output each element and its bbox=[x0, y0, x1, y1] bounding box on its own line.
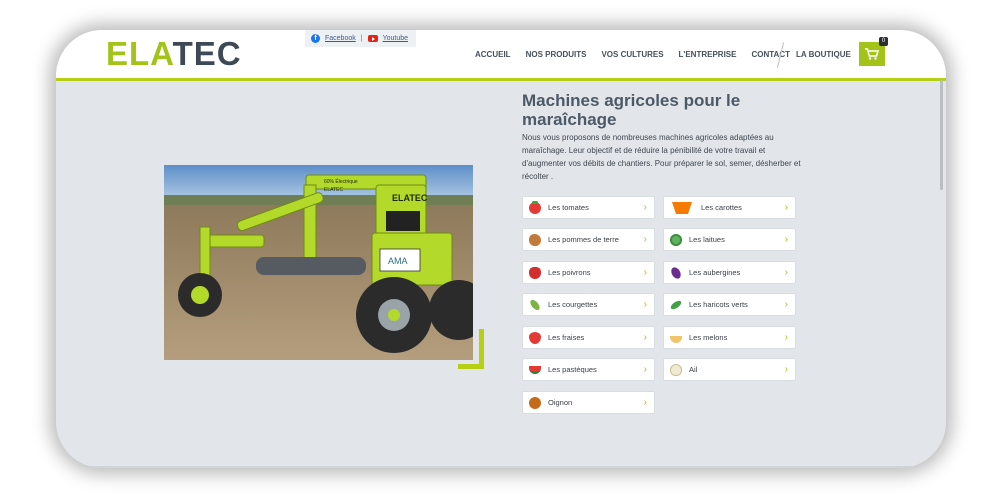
logo-part-3: TEC bbox=[172, 35, 242, 72]
crop-link-poivrons[interactable]: Les poivrons › bbox=[522, 261, 655, 284]
site-logo[interactable]: ELATEC bbox=[106, 36, 242, 72]
onion-icon bbox=[529, 396, 541, 409]
crop-link-melons[interactable]: Les melons › bbox=[663, 326, 796, 349]
watermelon-icon bbox=[529, 365, 541, 374]
nav-item-contact[interactable]: CONTACT bbox=[751, 50, 790, 59]
social-separator: | bbox=[360, 35, 363, 42]
eggplant-icon bbox=[669, 265, 683, 280]
page-title: Machines agricoles pour le maraîchage bbox=[522, 91, 741, 129]
social-links: f Facebook | Youtube bbox=[305, 30, 416, 47]
chevron-right-icon: › bbox=[643, 332, 647, 343]
chevron-right-icon: › bbox=[784, 202, 788, 213]
crop-link-pommes-de-terre[interactable]: Les pommes de terre › bbox=[522, 228, 655, 251]
chevron-right-icon: › bbox=[643, 267, 647, 278]
facebook-icon[interactable]: f bbox=[311, 34, 320, 43]
lettuce-icon bbox=[670, 233, 682, 246]
chevron-right-icon: › bbox=[643, 234, 647, 245]
panel-text: AMA bbox=[388, 256, 408, 266]
robot-brand-text: ELATEC bbox=[392, 193, 428, 203]
crop-label: Les melons bbox=[689, 333, 728, 342]
chevron-right-icon: › bbox=[784, 267, 788, 278]
cart-icon bbox=[865, 48, 879, 60]
robot-photo: AMA 60% Électrique ELATEC ELATEC bbox=[164, 165, 473, 360]
youtube-link[interactable]: Youtube bbox=[383, 35, 408, 42]
page-scrollbar[interactable] bbox=[940, 80, 943, 190]
crop-label: Les pastèques bbox=[548, 365, 597, 374]
crop-label: Les aubergines bbox=[689, 268, 741, 277]
nav-item-entreprise[interactable]: L'ENTREPRISE bbox=[679, 50, 737, 59]
chevron-right-icon: › bbox=[784, 364, 788, 375]
cart-count-badge: 0 bbox=[879, 37, 888, 46]
intro-text: Nous vous proposons de nombreuses machin… bbox=[522, 133, 801, 181]
crop-link-tomates[interactable]: Les tomates › bbox=[522, 196, 655, 219]
crop-label: Les carottes bbox=[701, 203, 742, 212]
logo-part-2: A bbox=[150, 35, 173, 72]
crop-label: Les fraises bbox=[548, 333, 585, 342]
crop-link-oignon[interactable]: Oignon › bbox=[522, 391, 655, 414]
chevron-right-icon: › bbox=[643, 202, 647, 213]
tomato-icon bbox=[529, 200, 541, 214]
crop-link-fraises[interactable]: Les fraises › bbox=[522, 326, 655, 349]
pepper-icon bbox=[529, 266, 541, 279]
crop-link-haricots-verts[interactable]: Les haricots verts › bbox=[663, 293, 796, 316]
main-nav: ACCUEIL NOS PRODUITS VOS CULTURES L'ENTR… bbox=[475, 50, 790, 59]
zucchini-icon bbox=[528, 297, 542, 312]
nav-item-accueil[interactable]: ACCUEIL bbox=[475, 50, 511, 59]
logo-part-1: EL bbox=[106, 35, 151, 72]
crop-label: Les poivrons bbox=[548, 268, 591, 277]
crop-label: Les pommes de terre bbox=[548, 235, 619, 244]
crop-link-carottes[interactable]: Les carottes › bbox=[663, 196, 796, 219]
decal-small-text: 60% Électrique bbox=[324, 178, 358, 185]
browser-window: ELATEC f Facebook | Youtube ACCUEIL NOS … bbox=[56, 30, 946, 468]
crop-links-grid: Les tomates › Les carottes › Les pommes … bbox=[522, 196, 798, 416]
youtube-icon[interactable] bbox=[367, 35, 378, 42]
chevron-right-icon: › bbox=[784, 332, 788, 343]
nav-item-la-boutique[interactable]: LA BOUTIQUE bbox=[796, 50, 851, 59]
crop-label: Les tomates bbox=[548, 203, 589, 212]
melon-icon bbox=[670, 336, 682, 343]
chevron-right-icon: › bbox=[784, 234, 788, 245]
crop-link-courgettes[interactable]: Les courgettes › bbox=[522, 293, 655, 316]
crop-label: Les laitues bbox=[689, 235, 725, 244]
carrot-icon bbox=[672, 201, 692, 214]
site-header: ELATEC f Facebook | Youtube ACCUEIL NOS … bbox=[56, 30, 946, 81]
nav-item-nos-produits[interactable]: NOS PRODUITS bbox=[526, 50, 587, 59]
crop-link-pasteques[interactable]: Les pastèques › bbox=[522, 358, 655, 381]
strawberry-icon bbox=[529, 331, 541, 344]
nav-item-vos-cultures[interactable]: VOS CULTURES bbox=[601, 50, 663, 59]
decal-brand-text: ELATEC bbox=[324, 187, 343, 193]
crop-link-laitues[interactable]: Les laitues › bbox=[663, 228, 796, 251]
beans-icon bbox=[669, 298, 683, 311]
crop-label: Oignon bbox=[548, 398, 573, 407]
bottom-divider bbox=[56, 466, 946, 468]
crop-link-ail[interactable]: Ail › bbox=[663, 358, 796, 381]
chevron-right-icon: › bbox=[784, 299, 788, 310]
crop-link-aubergines[interactable]: Les aubergines › bbox=[663, 261, 796, 284]
potato-icon bbox=[529, 233, 541, 246]
crop-label: Les courgettes bbox=[548, 300, 598, 309]
chevron-right-icon: › bbox=[643, 299, 647, 310]
garlic-icon bbox=[670, 363, 682, 376]
photo-corner-accent bbox=[458, 329, 484, 369]
crop-label: Ail bbox=[689, 365, 698, 374]
facebook-link[interactable]: Facebook bbox=[325, 35, 356, 42]
crop-label: Les haricots verts bbox=[689, 300, 748, 309]
chevron-right-icon: › bbox=[643, 397, 647, 408]
chevron-right-icon: › bbox=[643, 364, 647, 375]
